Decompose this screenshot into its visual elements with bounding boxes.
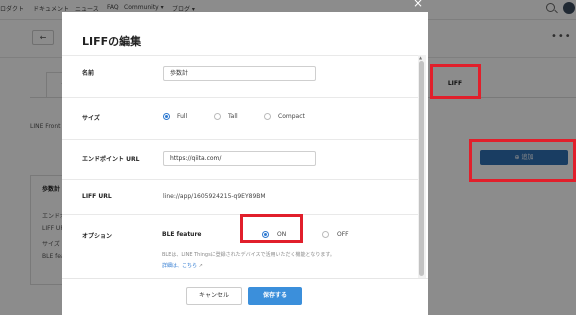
details-link[interactable]: 詳細は、こちら ↗	[162, 262, 203, 269]
edit-liff-dialog: LIFFの編集 名前 歩数計 サイズ Full Tall Compact エンド…	[62, 12, 428, 315]
highlight-box-ble-on	[240, 214, 303, 243]
size-full-label[interactable]: Full	[177, 113, 187, 120]
endpoint-row: エンドポイント URL https://qiita.com/	[62, 139, 418, 179]
liff-url-value: line://app/1605924215-q9EY89BM	[163, 193, 266, 200]
highlight-box-liff-tab	[430, 64, 481, 99]
options-label: オプション	[82, 233, 113, 240]
scroll-up-icon[interactable]: ▲	[419, 55, 422, 60]
liff-url-label: LIFF URL	[82, 193, 112, 200]
save-button[interactable]: 保存する	[248, 287, 302, 305]
size-label: サイズ	[82, 115, 100, 122]
size-tall-radio[interactable]	[214, 113, 221, 120]
ble-feature-label: BLE feature	[162, 231, 202, 238]
dialog-title: LIFFの編集	[82, 35, 142, 48]
size-compact-label[interactable]: Compact	[278, 113, 305, 120]
endpoint-label: エンドポイント URL	[82, 156, 140, 163]
external-link-icon: ↗	[198, 263, 203, 269]
size-tall-label[interactable]: Tall	[228, 113, 238, 120]
highlight-box-add-button	[469, 139, 576, 182]
dialog-scrollbar[interactable]: ▲ ▼	[418, 55, 426, 290]
ble-off-label[interactable]: OFF	[337, 231, 349, 238]
details-link-label[interactable]: 詳細は、こちら	[162, 263, 197, 269]
endpoint-url-input[interactable]: https://qiita.com/	[163, 151, 316, 166]
ble-off-radio[interactable]	[322, 231, 329, 238]
size-compact-radio[interactable]	[264, 113, 271, 120]
ble-help-text: BLEは、LINE Thingsに登録されたデバイスで活用いただく機能となります…	[162, 252, 335, 258]
size-row: サイズ Full Tall Compact	[62, 97, 418, 139]
name-row: 名前 歩数計	[62, 55, 418, 97]
cancel-button[interactable]: キャンセル	[186, 287, 242, 305]
name-label: 名前	[82, 70, 95, 77]
liff-url-row: LIFF URL line://app/1605924215-q9EY89BM	[62, 179, 418, 214]
size-full-radio[interactable]	[163, 113, 170, 120]
name-input[interactable]: 歩数計	[163, 66, 316, 81]
scrollbar-thumb[interactable]	[419, 61, 424, 276]
dialog-footer: キャンセル 保存する	[62, 278, 428, 315]
close-icon[interactable]: ×	[413, 0, 423, 10]
